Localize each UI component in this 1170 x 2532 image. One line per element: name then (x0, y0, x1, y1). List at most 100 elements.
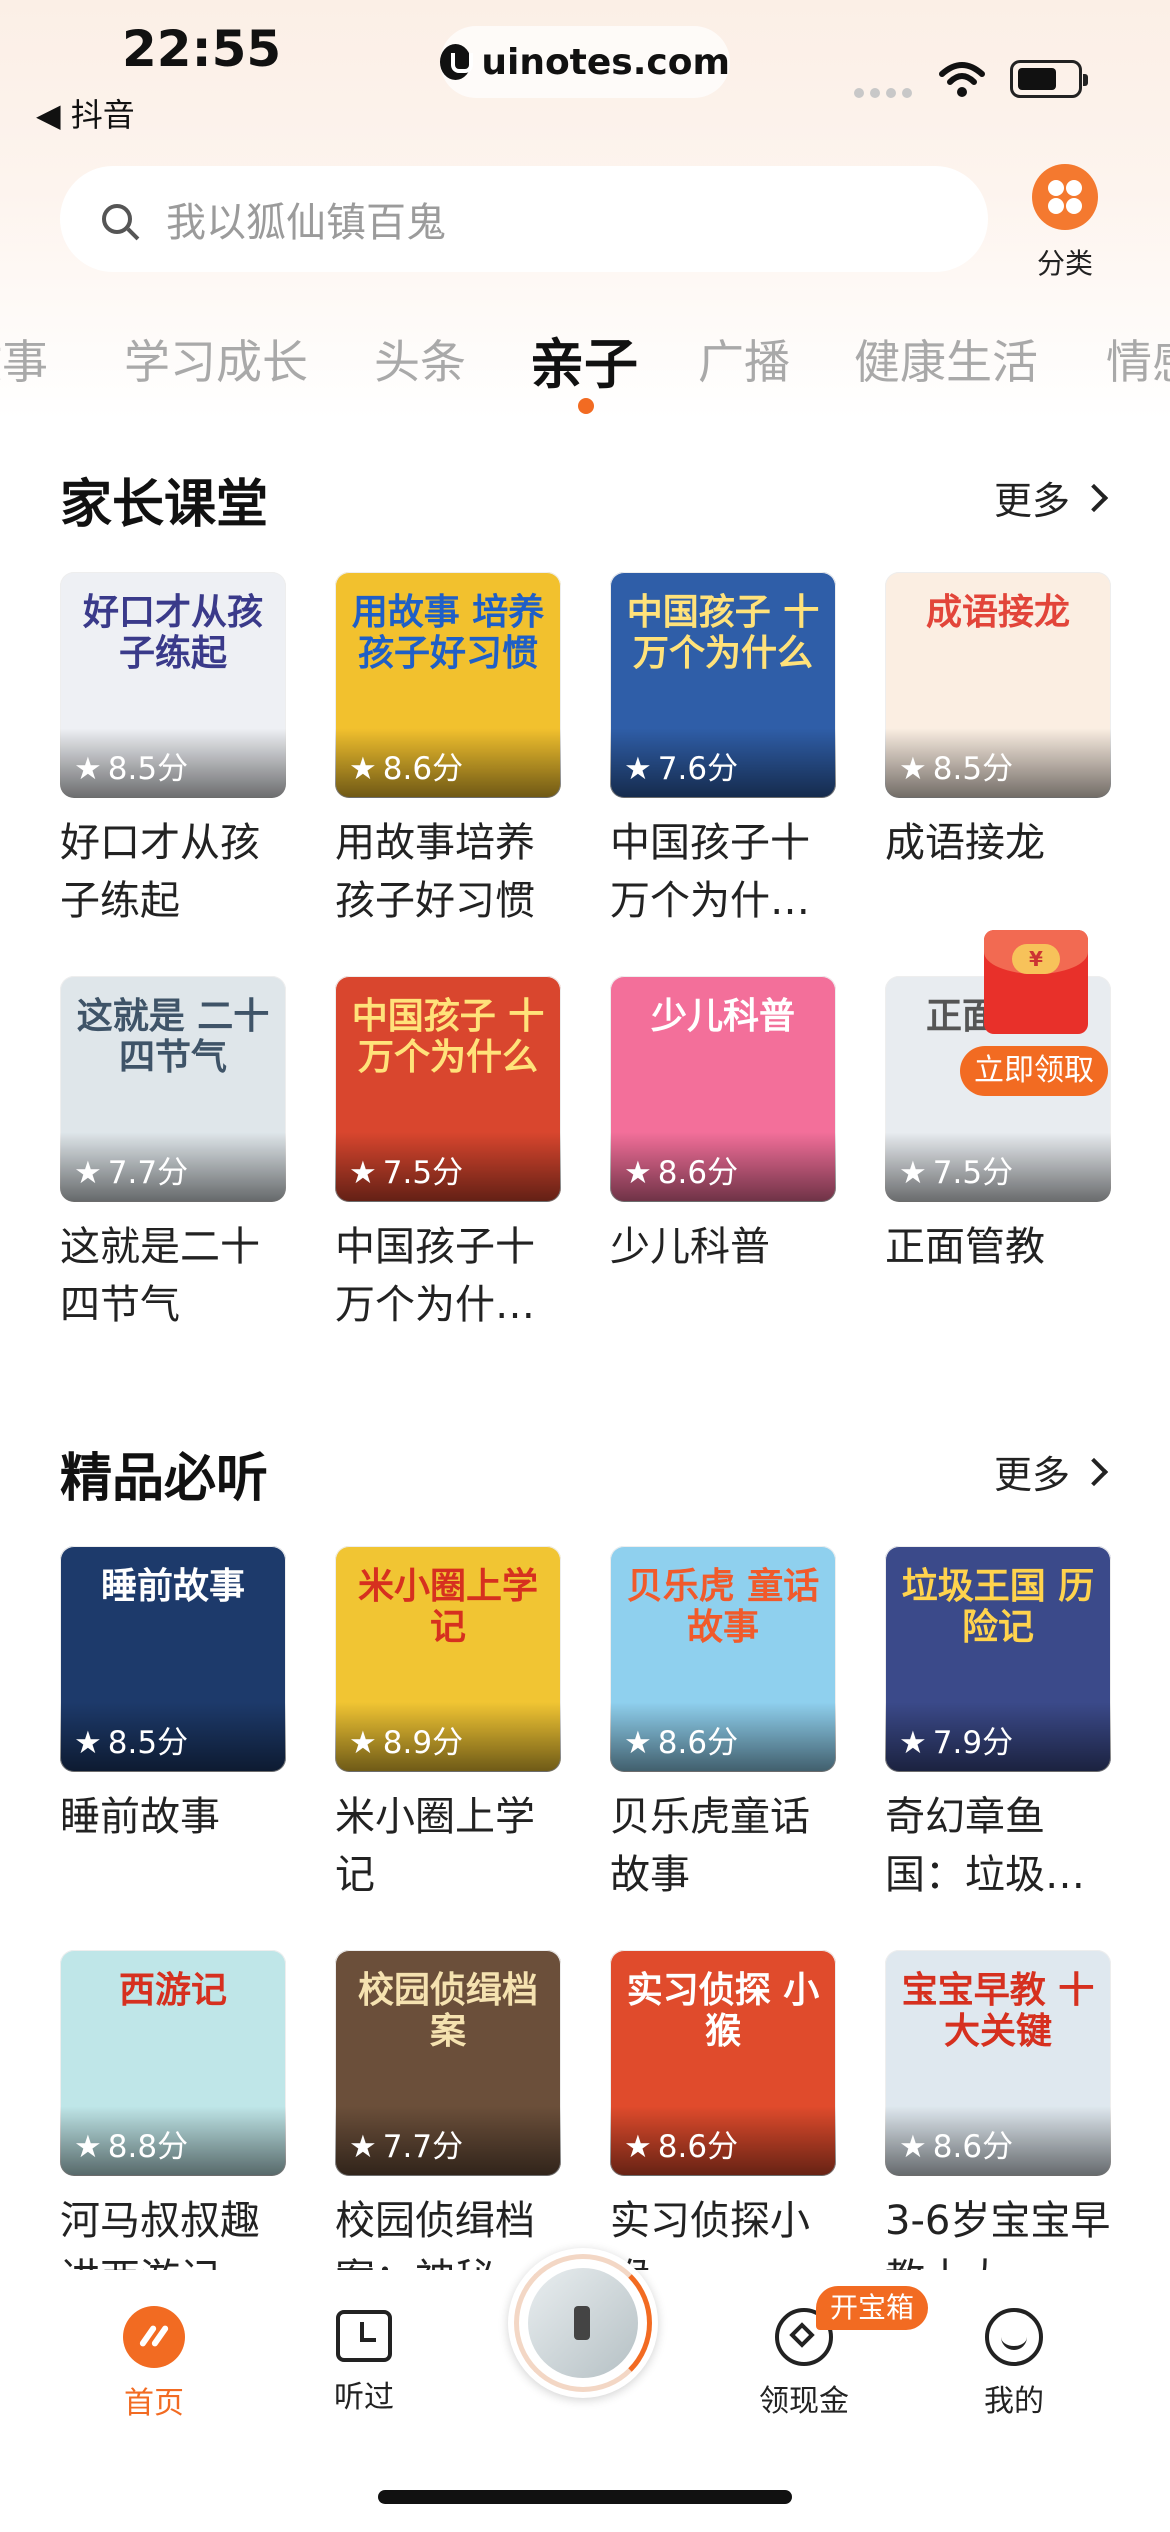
coin-icon: ¥ (1012, 944, 1060, 974)
search-bar[interactable]: 我以狐仙镇百鬼 (60, 166, 988, 272)
tab-learning[interactable]: 学习成长 (124, 326, 308, 392)
cover-title: 睡前故事 (100, 1566, 245, 1607)
rating-badge: 7.5分 (885, 1132, 1111, 1202)
cover-title: 宝宝早教 十大关键 (901, 1970, 1095, 2053)
album-card[interactable]: 好口才从孩子练起8.5分好口才从孩子练起 (60, 572, 286, 930)
red-packet-icon[interactable]: ¥ (984, 930, 1088, 1034)
album-cover: 贝乐虎 童话故事 8.6分 (610, 1546, 836, 1772)
album-card[interactable]: 睡前故事8.5分睡前故事 (60, 1546, 286, 1846)
cover-title: 米小圈上学记 (357, 1566, 538, 1649)
treasure-box-badge[interactable]: 开宝箱 (816, 2286, 929, 2330)
album-card[interactable]: 西游记8.8分河马叔叔趣讲西游记 (60, 1950, 286, 2308)
rating-value: 8.6分 (624, 2121, 738, 2166)
album-cover: 这就是 二十四节气 7.7分 (60, 976, 286, 1202)
album-title: 少儿科普 (610, 1224, 770, 1270)
category-button[interactable]: 分类 (1024, 164, 1106, 282)
category-tabs: 故事 学习成长 头条 亲子 广播 健康生活 情感 (0, 318, 1170, 408)
album-cover: 中国孩子 十万个为什么 7.6分 (610, 572, 836, 798)
url-pill[interactable]: uinotes.com (440, 26, 730, 98)
rating-badge: 7.7分 (335, 2106, 561, 2176)
rating-value: 8.6分 (624, 1717, 738, 1762)
cover-title: 贝乐虎 童话故事 (626, 1566, 820, 1649)
rating-badge: 7.7分 (60, 1132, 286, 1202)
album-title: 正面管教 (885, 1224, 1045, 1270)
rating-value: 8.9分 (349, 1717, 463, 1762)
album-card[interactable]: 贝乐虎 童话故事 8.6分贝乐虎童话故事 (610, 1546, 836, 1904)
album-card[interactable]: 实习侦探 小猴8.6分实习侦探小猴 (610, 1950, 836, 2308)
url-text: uinotes.com (481, 41, 730, 83)
rating-badge: 7.5分 (335, 1132, 561, 1202)
rating-value: 8.5分 (74, 1717, 188, 1762)
album-card[interactable]: 成语接龙8.5分成语接龙 (885, 572, 1111, 872)
album-card[interactable]: 中国孩子 十万个为什么 7.6分中国孩子十万个为什… (610, 572, 836, 930)
cover-title: 西游记 (118, 1970, 227, 2011)
cover-title: 校园侦缉档案 (357, 1970, 538, 2053)
album-cover: 实习侦探 小猴 8.6分 (610, 1950, 836, 2176)
album-title: 贝乐虎童话故事 (610, 1794, 810, 1898)
now-playing-button[interactable] (508, 2248, 658, 2398)
album-title: 奇幻章鱼国：垃圾… (885, 1794, 1085, 1898)
rating-badge: 8.5分 (885, 728, 1111, 798)
album-card[interactable]: 用故事 培养孩子好习惯 8.6分用故事培养孩子好习惯 (335, 572, 561, 930)
nav-history-label: 听过 (334, 2380, 394, 2415)
cover-title: 用故事 培养孩子好习惯 (351, 592, 545, 675)
album-cover: 垃圾王国 历险记 7.9分 (885, 1546, 1111, 1772)
profile-icon (985, 2308, 1043, 2366)
tab-headlines[interactable]: 头条 (374, 326, 466, 392)
album-card[interactable]: 米小圈上学记 8.9分米小圈上学记 (335, 1546, 561, 1904)
more-button-premium[interactable]: 更多 (994, 1444, 1109, 1499)
nav-profile[interactable]: 我的 (934, 2306, 1094, 2420)
album-cover: 好口才从孩子练起 8.5分 (60, 572, 286, 798)
nav-history[interactable]: 听过 (284, 2306, 444, 2416)
claim-now-button[interactable]: 立即领取 (960, 1046, 1108, 1096)
rating-value: 7.5分 (349, 1147, 463, 1192)
tab-parenting[interactable]: 亲子 (530, 320, 638, 399)
category-grid-icon (1032, 164, 1098, 230)
album-cover: 米小圈上学记 8.9分 (335, 1546, 561, 1772)
album-card[interactable]: 少儿科普8.6分少儿科普 (610, 976, 836, 1276)
wifi-icon (939, 62, 985, 97)
tab-story[interactable]: 故事 (0, 326, 48, 392)
album-title: 成语接龙 (885, 820, 1045, 866)
nav-home[interactable]: 首页 (74, 2306, 234, 2422)
search-icon (102, 204, 132, 234)
section-title-parent-class: 家长课堂 (60, 475, 269, 535)
cellular-signal-icon (854, 88, 912, 98)
search-input[interactable]: 我以狐仙镇百鬼 (166, 190, 446, 248)
album-cover: 中国孩子 十万个为什么 7.5分 (335, 976, 561, 1202)
rating-value: 8.8分 (74, 2121, 188, 2166)
album-cover: 西游记 8.8分 (60, 1950, 286, 2176)
rating-badge: 8.5分 (60, 1702, 286, 1772)
rating-value: 8.6分 (899, 2121, 1013, 2166)
chevron-right-icon (1079, 483, 1109, 512)
album-card[interactable]: 校园侦缉档案7.7分校园侦缉档案：神秘… (335, 1950, 561, 2308)
album-title: 中国孩子十万个为什… (335, 1224, 535, 1328)
cover-title: 实习侦探 小猴 (626, 1970, 820, 2053)
home-indicator (378, 2490, 792, 2504)
chevron-right-icon (1079, 1457, 1109, 1486)
rating-badge: 8.6分 (610, 1702, 836, 1772)
tab-radio[interactable]: 广播 (698, 326, 790, 392)
status-bar: 22:55 ◀ 抖音 uinotes.com (0, 0, 1170, 140)
rating-badge: 8.8分 (60, 2106, 286, 2176)
tab-emotion[interactable]: 情感 (1106, 326, 1170, 392)
cover-title: 垃圾王国 历险记 (901, 1566, 1095, 1649)
more-button-parent-class[interactable]: 更多 (994, 470, 1109, 525)
rating-value: 8.6分 (349, 743, 463, 788)
album-card[interactable]: 宝宝早教 十大关键8.6分3-6岁宝宝早教十大… (885, 1950, 1111, 2308)
cover-title: 好口才从孩子练起 (82, 592, 263, 675)
cover-title: 少儿科普 (650, 996, 795, 1037)
more-label: 更多 (994, 479, 1071, 523)
album-card[interactable]: 这就是 二十四节气 7.7分这就是二十四节气 (60, 976, 286, 1334)
album-title: 中国孩子十万个为什… (610, 820, 810, 924)
album-cover: 校园侦缉档案 7.7分 (335, 1950, 561, 2176)
nav-profile-label: 我的 (984, 2384, 1044, 2419)
back-to-app-link[interactable]: ◀ 抖音 (36, 90, 135, 136)
album-card[interactable]: 中国孩子 十万个为什么 7.5分中国孩子十万个为什… (335, 976, 561, 1334)
nav-cash-label: 领现金 (759, 2384, 849, 2419)
album-title: 睡前故事 (60, 1794, 220, 1840)
album-cover: 睡前故事 8.5分 (60, 1546, 286, 1772)
album-card[interactable]: 垃圾王国 历险记 7.9分奇幻章鱼国：垃圾… (885, 1546, 1111, 1904)
nav-home-label: 首页 (124, 2386, 184, 2421)
tab-health[interactable]: 健康生活 (854, 326, 1038, 392)
